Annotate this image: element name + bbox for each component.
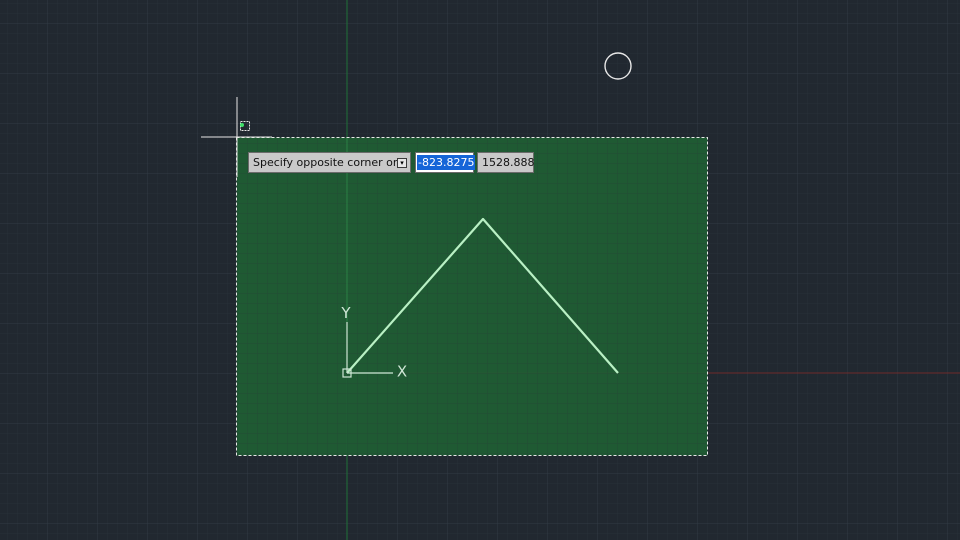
snap-point-icon xyxy=(240,123,244,127)
y-coordinate-value: 1528.888 xyxy=(482,156,535,169)
options-dropdown-icon[interactable]: ▾ xyxy=(397,158,407,168)
x-coordinate-input[interactable]: -823.8275 xyxy=(415,152,476,173)
ucs-x-label: X xyxy=(397,363,407,381)
drawing-canvas[interactable]: Y X xyxy=(0,0,960,540)
command-prompt-box: Specify opposite corner or ▾ xyxy=(248,152,411,173)
selection-grid xyxy=(237,138,707,455)
command-prompt-text: Specify opposite corner or xyxy=(253,156,398,169)
ucs-y-label: Y xyxy=(340,304,351,322)
y-coordinate-input[interactable]: 1528.888 xyxy=(477,152,535,173)
x-coordinate-value: -823.8275 xyxy=(417,155,476,170)
dynamic-input-tooltip: Specify opposite corner or ▾ -823.8275 1… xyxy=(248,152,535,173)
